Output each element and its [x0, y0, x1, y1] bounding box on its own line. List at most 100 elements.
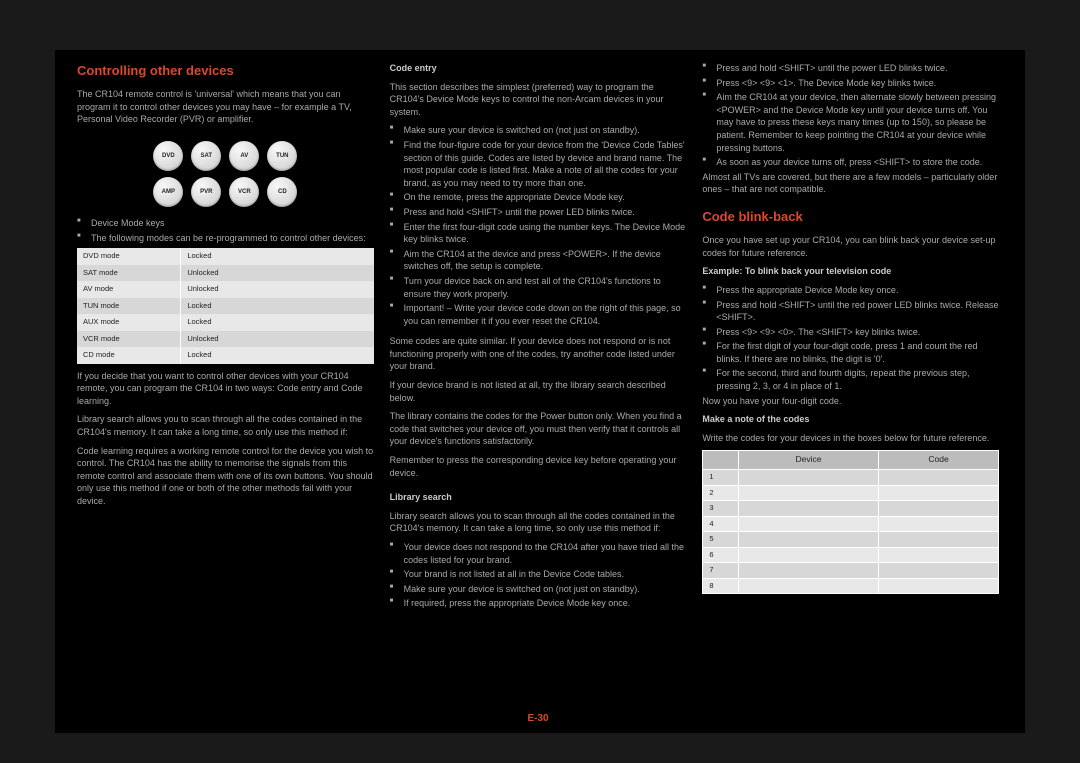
dvd-button: DVD — [153, 141, 183, 171]
code-value — [879, 516, 999, 532]
p-four-digit: Now you have your four-digit code. — [702, 395, 999, 408]
mode-name: TUN mode — [77, 298, 181, 315]
library-step-cont: As soon as your device turns off, press … — [702, 156, 999, 169]
code-num: 5 — [703, 532, 738, 548]
blink-step: For the first digit of your four-digit c… — [702, 340, 999, 365]
code-value — [879, 563, 999, 579]
code-entry-step: On the remote, press the appropriate Dev… — [390, 191, 687, 204]
p-library-search: Library search allows you to scan throug… — [390, 510, 687, 535]
code-num: 4 — [703, 516, 738, 532]
p-library-intro: Library search allows you to scan throug… — [77, 413, 374, 438]
page-number: E-30 — [527, 712, 548, 726]
mode-status: Locked — [181, 248, 374, 265]
note-power-only: The library contains the codes for the P… — [390, 410, 687, 448]
mode-status: Unlocked — [181, 281, 374, 298]
blink-step: Press and hold <SHIFT> until the red pow… — [702, 299, 999, 324]
mode-row: AUX modeLocked — [77, 314, 374, 331]
p-tv-covered: Almost all TVs are covered, but there ar… — [702, 171, 999, 196]
code-row: 7 — [703, 563, 999, 579]
av-button: AV — [229, 141, 259, 171]
mode-table: DVD modeLockedSAT modeUnlockedAV modeUnl… — [77, 248, 374, 364]
example-label: Example: To blink back your television c… — [702, 265, 999, 278]
library-steps: Your device does not respond to the CR10… — [390, 541, 687, 610]
code-value — [879, 485, 999, 501]
mode-status: Unlocked — [181, 265, 374, 282]
mode-name: SAT mode — [77, 265, 181, 282]
blink-step: Press the appropriate Device Mode key on… — [702, 284, 999, 297]
subhead-code-entry: Code entry — [390, 62, 687, 75]
mode-row: DVD modeLocked — [77, 248, 374, 265]
column-2: Code entry This section describes the si… — [382, 62, 695, 708]
mode-name: VCR mode — [77, 331, 181, 348]
note-not-listed: If your device brand is not listed at al… — [390, 379, 687, 404]
code-entry-step: Make sure your device is switched on (no… — [390, 124, 687, 137]
code-num: 1 — [703, 470, 738, 486]
subhead-library: Library search — [390, 491, 687, 504]
p-code-entry-intro: This section describes the simplest (pre… — [390, 81, 687, 119]
heading-blink-back: Code blink-back — [702, 208, 999, 226]
code-num: 7 — [703, 563, 738, 579]
mode-name: AV mode — [77, 281, 181, 298]
device-buttons-diagram: DVD SAT AV TUN AMP PVR VCR CD — [145, 141, 305, 207]
mode-name: DVD mode — [77, 248, 181, 265]
library-step: Your device does not respond to the CR10… — [390, 541, 687, 566]
code-device — [738, 485, 878, 501]
library-step-cont: Press and hold <SHIFT> until the power L… — [702, 62, 999, 75]
sat-button: SAT — [191, 141, 221, 171]
pvr-button: PVR — [191, 177, 221, 207]
code-row: 8 — [703, 578, 999, 594]
column-1: Controlling other devices The CR104 remo… — [69, 62, 382, 708]
code-entry-step: Press and hold <SHIFT> until the power L… — [390, 206, 687, 219]
code-value — [879, 470, 999, 486]
library-step-cont: Press <9> <9> <1>. The Device Mode key b… — [702, 77, 999, 90]
th-device: Device — [738, 451, 878, 470]
mode-name: AUX mode — [77, 314, 181, 331]
code-entry-step: Aim the CR104 at the device and press <P… — [390, 248, 687, 273]
mode-status: Locked — [181, 347, 374, 364]
code-num: 8 — [703, 578, 738, 594]
bullet-reprogram: The following modes can be re-programmed… — [77, 232, 374, 245]
code-device — [738, 501, 878, 517]
code-entry-step: Find the four-figure code for your devic… — [390, 139, 687, 189]
code-value — [879, 547, 999, 563]
mode-status: Locked — [181, 298, 374, 315]
code-entry-step: Enter the first four-digit code using th… — [390, 221, 687, 246]
column-3: Press and hold <SHIFT> until the power L… — [694, 62, 1007, 708]
mode-bullets: Device Mode keys The following modes can… — [77, 217, 374, 244]
heading-controlling: Controlling other devices — [77, 62, 374, 80]
intro-text: The CR104 remote control is 'universal' … — [77, 88, 374, 126]
code-value — [879, 532, 999, 548]
code-value — [879, 501, 999, 517]
code-device — [738, 532, 878, 548]
library-steps-cont: Press and hold <SHIFT> until the power L… — [702, 62, 999, 169]
code-device — [738, 563, 878, 579]
th-num — [703, 451, 738, 470]
mode-row: AV modeUnlocked — [77, 281, 374, 298]
code-entry-steps: Make sure your device is switched on (no… — [390, 124, 687, 327]
code-table: Device Code 12345678 — [702, 450, 999, 594]
code-row: 6 — [703, 547, 999, 563]
code-num: 2 — [703, 485, 738, 501]
code-entry-step: Important! – Write your device code down… — [390, 302, 687, 327]
code-row: 3 — [703, 501, 999, 517]
note-remember: Remember to press the corresponding devi… — [390, 454, 687, 479]
mode-row: CD modeLocked — [77, 347, 374, 364]
code-device — [738, 547, 878, 563]
library-step: Your brand is not listed at all in the D… — [390, 568, 687, 581]
page: Controlling other devices The CR104 remo… — [55, 50, 1025, 733]
p-program-ways: If you decide that you want to control o… — [77, 370, 374, 408]
code-device — [738, 578, 878, 594]
code-value — [879, 578, 999, 594]
mode-status: Locked — [181, 314, 374, 331]
code-entry-step: Turn your device back on and test all of… — [390, 275, 687, 300]
code-row: 1 — [703, 470, 999, 486]
cd-button: CD — [267, 177, 297, 207]
th-code: Code — [879, 451, 999, 470]
mode-row: SAT modeUnlocked — [77, 265, 374, 282]
code-row: 4 — [703, 516, 999, 532]
mode-name: CD mode — [77, 347, 181, 364]
vcr-button: VCR — [229, 177, 259, 207]
note-similar: Some codes are quite similar. If your de… — [390, 335, 687, 373]
tun-button: TUN — [267, 141, 297, 171]
mode-status: Unlocked — [181, 331, 374, 348]
